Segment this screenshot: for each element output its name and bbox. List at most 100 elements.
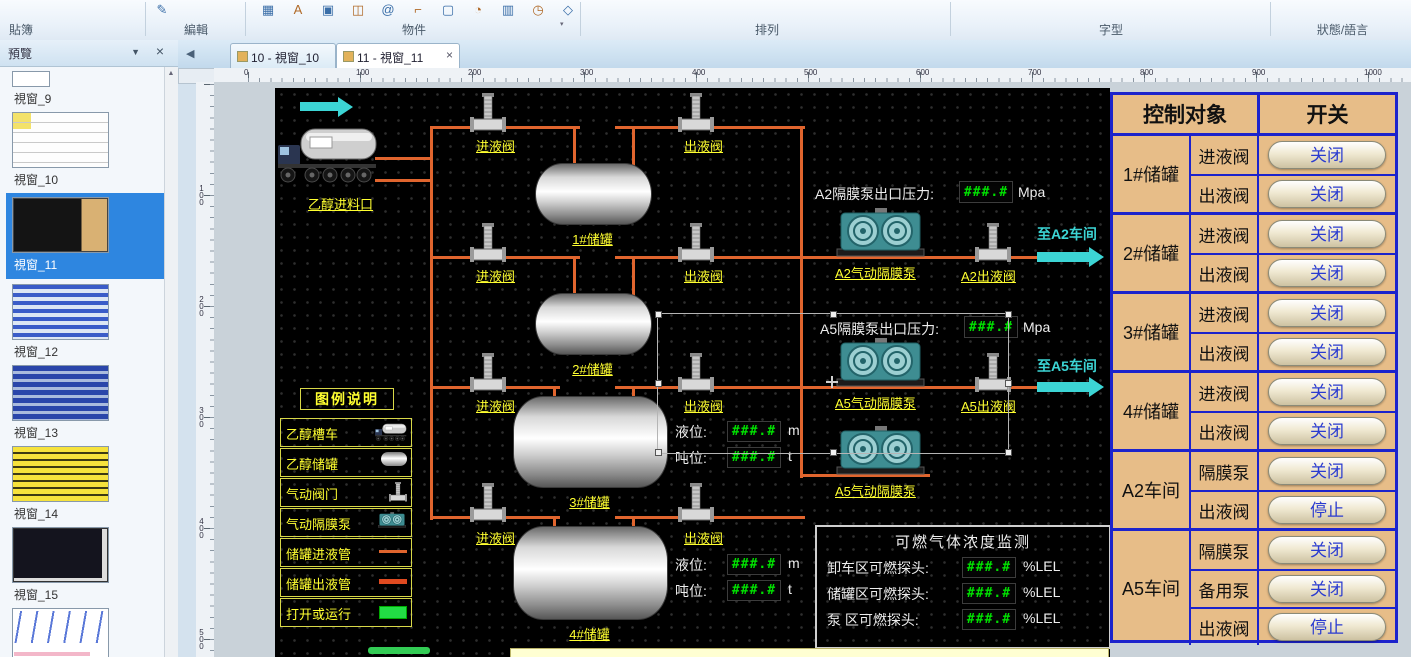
control-group-4#储罐: 4#储罐进液阀关闭出液阀关闭 bbox=[1113, 373, 1395, 452]
gauge-display[interactable]: ###.# bbox=[727, 580, 781, 601]
sidebar-item-視窗_15[interactable]: 視窗_15 bbox=[12, 527, 165, 603]
thumbnail-label: 視窗_10 bbox=[14, 171, 165, 188]
pneumatic-valve[interactable] bbox=[678, 223, 714, 263]
window-thumbnail[interactable] bbox=[12, 446, 109, 502]
sidebar-item-視窗_16[interactable]: 視窗_16 bbox=[12, 608, 165, 657]
pipe-icon[interactable]: ⌐ bbox=[406, 0, 430, 20]
selection-handle[interactable] bbox=[1005, 380, 1012, 387]
meter-icon[interactable]: ◔ bbox=[466, 0, 490, 20]
tab-11 - 視窗_11[interactable]: 11 - 視窗_11 × bbox=[336, 43, 460, 68]
window-thumbnail[interactable] bbox=[12, 365, 109, 421]
image-icon[interactable]: ▣ bbox=[316, 0, 340, 20]
window-thumbnail[interactable] bbox=[12, 112, 109, 168]
control-item-label: 出液阀 bbox=[1189, 411, 1257, 449]
close-button[interactable]: 关闭 bbox=[1268, 575, 1386, 603]
sidebar-scrollbar[interactable]: ▲ bbox=[164, 67, 178, 657]
window-thumbnail[interactable] bbox=[12, 197, 109, 253]
sidebar-item-視窗_11[interactable]: 視窗_11 bbox=[6, 193, 164, 279]
close-button[interactable]: 关闭 bbox=[1268, 338, 1386, 366]
sidebar-close-icon[interactable]: × bbox=[156, 43, 164, 59]
selection-handle[interactable] bbox=[830, 449, 837, 456]
pneumatic-valve[interactable] bbox=[678, 93, 714, 133]
pump-label: A2气动隔膜泵 bbox=[835, 263, 916, 282]
pneumatic-valve[interactable] bbox=[975, 223, 1011, 263]
sidebar-item-視窗_9[interactable]: 視窗_9 bbox=[12, 71, 165, 107]
legend-item-pipe-thin: 储罐进液管 bbox=[280, 538, 412, 567]
sidebar-item-視窗_10[interactable]: 視窗_10 bbox=[12, 112, 165, 188]
button-cell: 关闭 bbox=[1257, 174, 1395, 212]
close-button[interactable]: 关闭 bbox=[1268, 180, 1386, 208]
sidebar-item-視窗_14[interactable]: 視窗_14 bbox=[12, 446, 165, 522]
tool-dropdown-icon[interactable]: ▾ bbox=[560, 20, 564, 28]
window-object-icon[interactable]: ▢ bbox=[436, 0, 460, 20]
chart-icon[interactable]: ▥ bbox=[496, 0, 520, 20]
sidebar-item-視窗_12[interactable]: 視窗_12 bbox=[12, 284, 165, 360]
edit-tool-icon[interactable]: ✎ bbox=[150, 0, 174, 20]
pneumatic-valve[interactable] bbox=[470, 223, 506, 263]
close-button[interactable]: 关闭 bbox=[1268, 220, 1386, 248]
flow-destination-label: 至A5车间 bbox=[1037, 356, 1097, 376]
selection-handle[interactable] bbox=[655, 449, 662, 456]
selection-handle[interactable] bbox=[830, 311, 837, 318]
gas-display[interactable]: ###.# bbox=[962, 583, 1016, 604]
storage-tank[interactable] bbox=[513, 396, 668, 488]
pneumatic-valve[interactable] bbox=[678, 483, 714, 523]
tab-close-icon[interactable]: × bbox=[446, 48, 453, 62]
selection-handle[interactable] bbox=[1005, 311, 1012, 318]
gas-display[interactable]: ###.# bbox=[962, 609, 1016, 630]
address-icon[interactable]: @ bbox=[376, 0, 400, 20]
sidebar-item-視窗_13[interactable]: 視窗_13 bbox=[12, 365, 165, 441]
selection-handle[interactable] bbox=[655, 311, 662, 318]
stop-button[interactable]: 停止 bbox=[1268, 496, 1386, 524]
stop-button[interactable]: 停止 bbox=[1268, 613, 1386, 641]
pneumatic-valve[interactable] bbox=[470, 483, 506, 523]
window-thumbnail[interactable] bbox=[12, 71, 50, 87]
close-button[interactable]: 关闭 bbox=[1268, 536, 1386, 564]
button-cell: 关闭 bbox=[1257, 373, 1395, 411]
gauge-display[interactable]: ###.# bbox=[727, 554, 781, 575]
clock-icon[interactable]: ◷ bbox=[526, 0, 550, 20]
ruler-number: 700 bbox=[1028, 68, 1041, 77]
pressure-display[interactable]: ###.# bbox=[959, 181, 1013, 203]
control-item-label: 进液阀 bbox=[1189, 215, 1257, 253]
valve-label: 出液阀 bbox=[684, 266, 723, 285]
scada-screen-canvas[interactable]: 乙醇进料口进液阀出液阀进液阀出液阀进液阀出液阀进液阀出液阀A2出液阀A5出液阀1… bbox=[275, 88, 1110, 657]
close-button[interactable]: 关闭 bbox=[1268, 141, 1386, 169]
green-indicator-strip bbox=[368, 647, 430, 654]
storage-tank[interactable] bbox=[535, 293, 652, 355]
tab-label: 11 - 視窗_11 bbox=[357, 49, 423, 66]
pneumatic-valve[interactable] bbox=[470, 353, 506, 393]
tab-scroll-left-button[interactable]: ◀ bbox=[186, 47, 194, 60]
group-name: 4#储罐 bbox=[1113, 373, 1189, 449]
close-button[interactable]: 关闭 bbox=[1268, 417, 1386, 445]
control-table-header: 控制对象开关 bbox=[1113, 95, 1395, 136]
tab-10 - 視窗_10[interactable]: 10 - 視窗_10 bbox=[230, 43, 336, 70]
ribbon-group-label: 字型 bbox=[952, 21, 1270, 38]
ethanol-tanker-truck[interactable] bbox=[278, 123, 378, 189]
control-item-label: 备用泵 bbox=[1189, 569, 1257, 607]
diaphragm-pump[interactable] bbox=[833, 208, 928, 257]
close-button[interactable]: 关闭 bbox=[1268, 378, 1386, 406]
animation-icon[interactable]: ◫ bbox=[346, 0, 370, 20]
gas-display[interactable]: ###.# bbox=[962, 557, 1016, 578]
selection-handle[interactable] bbox=[1005, 449, 1012, 456]
close-button[interactable]: 关闭 bbox=[1268, 259, 1386, 287]
storage-tank[interactable] bbox=[513, 526, 668, 620]
selection-handle[interactable] bbox=[655, 380, 662, 387]
ribbon-group-label: 狀態/語言 bbox=[1274, 21, 1411, 38]
window-thumbnail[interactable] bbox=[12, 284, 109, 340]
shape-icon[interactable]: ◇ bbox=[556, 0, 580, 20]
pneumatic-valve[interactable] bbox=[470, 93, 506, 133]
window-thumbnail[interactable] bbox=[12, 608, 109, 657]
sidebar-dropdown-icon[interactable]: ▼ bbox=[131, 47, 140, 57]
legend-title: 图例说明 bbox=[300, 388, 394, 410]
snap-grid-icon[interactable]: ▦ bbox=[256, 0, 280, 20]
text-icon[interactable]: A bbox=[286, 0, 310, 20]
control-item-label: 隔膜泵 bbox=[1189, 531, 1257, 569]
storage-tank[interactable] bbox=[535, 163, 652, 225]
ruler-number: 100 bbox=[197, 184, 206, 205]
close-button[interactable]: 关闭 bbox=[1268, 299, 1386, 327]
close-button[interactable]: 关闭 bbox=[1268, 457, 1386, 485]
window-thumbnail[interactable] bbox=[12, 527, 109, 583]
scroll-up-icon[interactable]: ▲ bbox=[165, 67, 177, 80]
